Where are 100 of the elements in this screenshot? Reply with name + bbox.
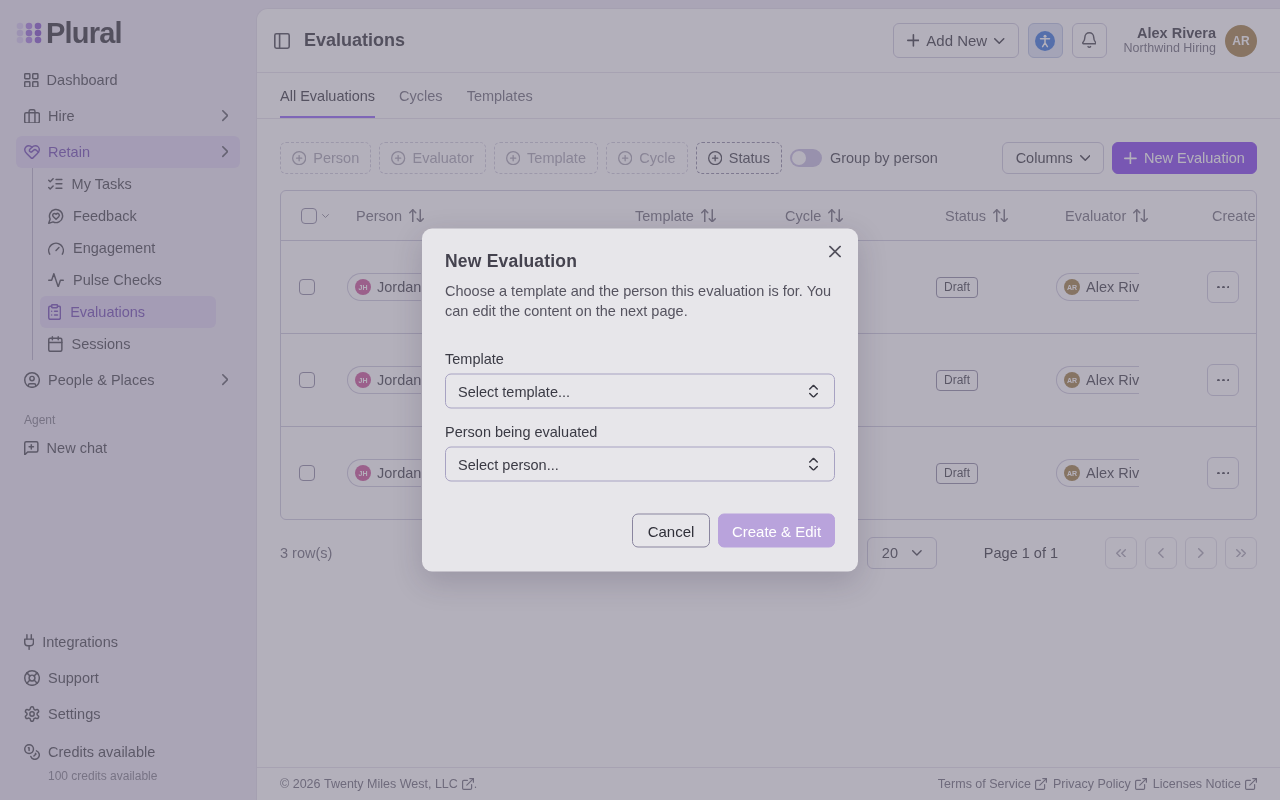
status-badge: Draft [936, 462, 978, 484]
sidebar-item[interactable]: Retain [16, 136, 240, 168]
ellipsis-icon [1216, 471, 1230, 475]
sidebar-subitem[interactable]: Feedback [40, 200, 216, 232]
dialog-title: New Evaluation [445, 250, 579, 271]
field-label: Person being evaluated [445, 422, 598, 442]
row-checkbox[interactable] [299, 279, 315, 295]
external-link-icon [461, 778, 474, 791]
sidebar-subitem[interactable]: Pulse Checks [40, 264, 216, 296]
column-header[interactable]: Template [635, 207, 716, 224]
column-header[interactable]: Cycle [785, 207, 844, 224]
checklist-icon [48, 178, 63, 190]
status-badge: Draft [936, 276, 978, 298]
grid-icon [24, 72, 39, 88]
bell-icon [1081, 32, 1097, 49]
row-actions-button[interactable] [1207, 271, 1239, 303]
column-header[interactable]: Evaluator [1065, 207, 1149, 224]
dot-grid-logo-icon [16, 22, 42, 44]
circle-plus-icon [707, 150, 722, 166]
double-chevron-left-icon [1115, 548, 1127, 558]
plus-icon [1124, 151, 1138, 165]
chevron-down-icon [994, 37, 1005, 44]
new-evaluation-button[interactable]: New Evaluation [1112, 142, 1257, 174]
up-down-chevrons-icon [809, 384, 818, 398]
pulse-line-icon [48, 272, 65, 288]
user-avatar[interactable]: AR [1225, 24, 1257, 57]
external-link-icon [1034, 778, 1047, 790]
footer-link[interactable]: Privacy Policy [1052, 777, 1147, 791]
coins-icon [24, 743, 41, 760]
accessibility-icon [1035, 30, 1056, 51]
heart-icon [24, 144, 41, 160]
row-actions-button[interactable] [1207, 364, 1239, 396]
chat-heart-icon [48, 207, 65, 224]
tab[interactable]: All Evaluations [280, 73, 376, 118]
settings-icon [24, 705, 41, 722]
close-icon [828, 245, 841, 258]
sidebar-item[interactable]: People & Places [16, 364, 240, 396]
circle-plus-icon [617, 150, 633, 166]
double-chevron-right-icon [1235, 548, 1247, 558]
column-header[interactable]: Person [356, 207, 424, 224]
ellipsis-icon [1216, 378, 1230, 382]
copyright-text: © 2026 Twenty Miles West, LLC . [280, 776, 478, 792]
chevron-down-icon [912, 550, 922, 556]
chevron-down-icon [1079, 155, 1091, 161]
footer-link[interactable]: Terms of Service [937, 777, 1047, 791]
external-link-icon [1134, 778, 1147, 790]
notifications-button[interactable] [1071, 23, 1107, 58]
lifebuoy-icon [24, 669, 41, 686]
user-org: Northwind Hiring [1123, 41, 1216, 56]
briefcase-icon [24, 108, 41, 124]
tab[interactable]: Templates [466, 73, 533, 118]
close-button[interactable] [828, 245, 841, 258]
rows-per-page-select[interactable]: 20 [866, 537, 937, 569]
chevron-down-icon[interactable] [322, 213, 329, 218]
circle-plus-icon [505, 150, 521, 166]
sidebar-subitem[interactable]: My Tasks [40, 168, 216, 200]
chevron-right-icon [1198, 547, 1204, 559]
add-new-button[interactable]: Add New [892, 23, 1019, 58]
sidebar-item[interactable]: Support [16, 662, 240, 694]
footer-link[interactable]: Licenses Notice [1152, 777, 1257, 791]
user-circle-icon [24, 371, 41, 388]
credits-label[interactable]: Credits available [48, 744, 156, 760]
column-header[interactable]: Create [1212, 207, 1256, 224]
columns-button[interactable]: Columns [1002, 142, 1104, 174]
row-count: 3 row(s) [280, 545, 333, 561]
column-header[interactable]: Status [945, 207, 1009, 224]
sidebar-subitem[interactable]: Sessions [40, 328, 216, 360]
sidebar-toggle-icon[interactable] [274, 32, 290, 49]
circle-plus-icon [292, 150, 307, 166]
calendar-icon [48, 335, 63, 352]
sidebar-item[interactable]: Integrations [16, 626, 240, 658]
company-link[interactable]: Twenty Miles West, LLC [323, 777, 474, 792]
sidebar-subitem[interactable]: Evaluations [40, 296, 216, 328]
select-all-checkbox[interactable] [301, 207, 317, 224]
page-title: Evaluations [304, 30, 406, 51]
ellipsis-icon [1216, 285, 1230, 289]
sidebar-item[interactable]: Dashboard [16, 64, 240, 96]
plus-icon [906, 34, 920, 47]
accessibility-button[interactable] [1027, 23, 1063, 58]
row-checkbox[interactable] [299, 372, 315, 388]
gauge-icon [48, 241, 65, 255]
external-link-icon [1245, 778, 1257, 790]
tab[interactable]: Cycles [399, 73, 443, 118]
filter-chip[interactable]: Status [695, 142, 782, 174]
chevron-left-icon [1158, 547, 1164, 559]
toggle-switch[interactable] [789, 149, 822, 167]
up-down-chevrons-icon [809, 457, 818, 471]
page-indicator: Page 1 of 1 [983, 545, 1058, 561]
sidebar-item[interactable]: Settings [16, 698, 240, 730]
toggle-label: Group by person [829, 150, 938, 166]
row-checkbox[interactable] [299, 465, 315, 481]
row-actions-button[interactable] [1207, 457, 1239, 489]
logo-wordmark: Plural [46, 16, 122, 50]
circle-plus-icon [391, 150, 406, 166]
chat-plus-icon [24, 440, 39, 456]
field-label: Template [445, 349, 504, 369]
sidebar-item[interactable]: New chat [16, 432, 240, 464]
sidebar-subitem[interactable]: Engagement [40, 232, 216, 264]
plug-icon [24, 633, 35, 650]
sidebar-item[interactable]: Hire [16, 100, 240, 132]
